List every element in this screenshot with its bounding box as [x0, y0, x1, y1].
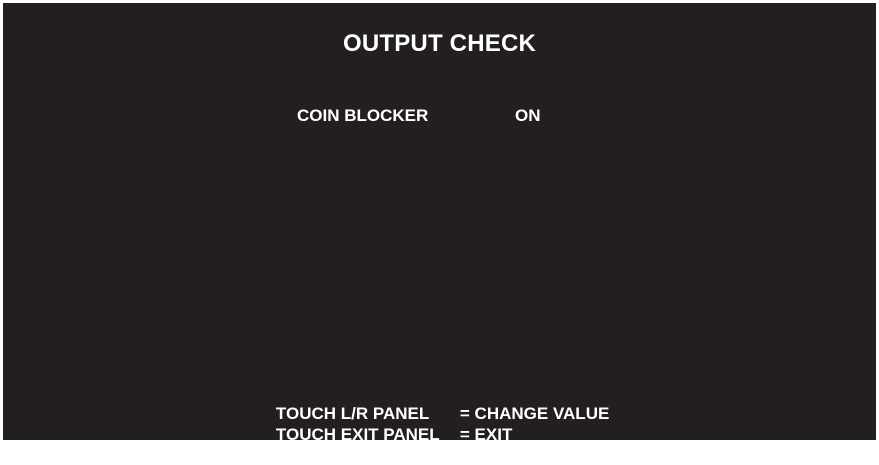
page-title: OUTPUT CHECK	[342, 30, 537, 57]
help-key-exit-panel: TOUCH EXIT PANEL	[275, 425, 440, 444]
coin-blocker-label: COIN BLOCKER	[297, 106, 429, 125]
help-action-exit: = EXIT	[459, 425, 513, 444]
output-check-screen: OUTPUT CHECK COIN BLOCKER ON TOUCH L/R P…	[3, 3, 876, 444]
coin-blocker-value[interactable]: ON	[515, 106, 541, 126]
help-row-exit: TOUCH EXIT PANEL = EXIT	[257, 405, 512, 465]
